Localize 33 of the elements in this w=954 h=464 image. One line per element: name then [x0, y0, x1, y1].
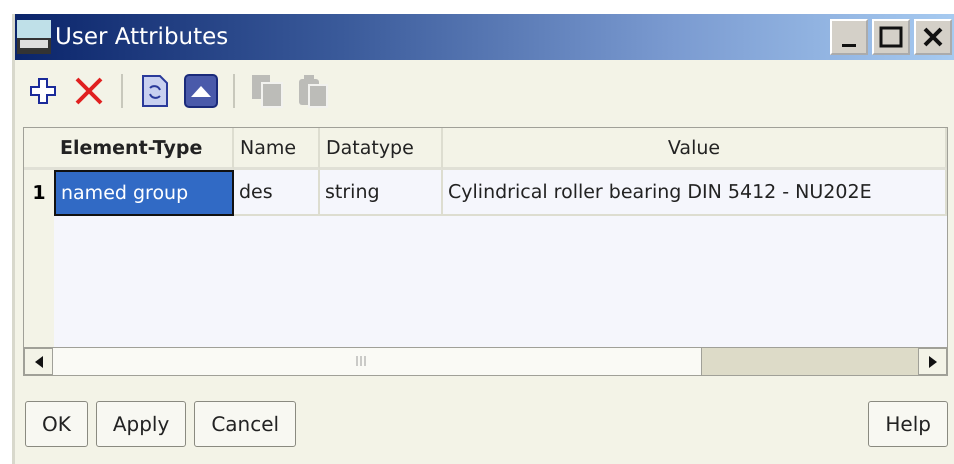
row-number: 1	[24, 170, 54, 216]
delete-icon	[74, 76, 104, 106]
table-cell[interactable]: named group	[54, 170, 234, 216]
scroll-right-icon	[928, 356, 936, 368]
table-cell[interactable]: string	[320, 170, 443, 216]
column-header[interactable]: Datatype	[320, 128, 443, 170]
paste-icon	[297, 73, 329, 109]
app-logo-icon	[17, 20, 51, 54]
copy-icon	[250, 73, 284, 109]
up-button[interactable]	[183, 73, 219, 109]
document-refresh-icon	[141, 74, 169, 108]
scroll-left-icon	[34, 356, 42, 368]
dialog-button[interactable]: Cancel	[194, 401, 296, 447]
close-icon	[922, 27, 944, 47]
dialog-button[interactable]: Apply	[96, 401, 186, 447]
dialog-button[interactable]: OK	[25, 401, 88, 447]
maximize-button[interactable]	[872, 19, 910, 55]
header-corner	[24, 128, 54, 170]
maximize-icon	[879, 26, 903, 48]
minimize-icon	[842, 44, 856, 46]
table-cell[interactable]: des	[234, 170, 320, 216]
column-header[interactable]: Name	[234, 128, 320, 170]
dialog-button[interactable]: Help	[868, 401, 948, 447]
horizontal-scrollbar[interactable]	[24, 347, 947, 375]
column-header[interactable]: Value	[443, 128, 947, 170]
close-button[interactable]	[914, 19, 952, 55]
minimize-button[interactable]	[830, 19, 868, 55]
window-title: User Attributes	[55, 24, 230, 50]
scroll-thumb[interactable]	[701, 348, 918, 375]
plus-icon	[29, 77, 57, 105]
table-cell[interactable]: Cylindrical roller bearing DIN 5412 - NU202E	[443, 170, 947, 216]
column-header[interactable]: Element-Type	[54, 128, 234, 170]
grip-icon	[356, 356, 366, 366]
